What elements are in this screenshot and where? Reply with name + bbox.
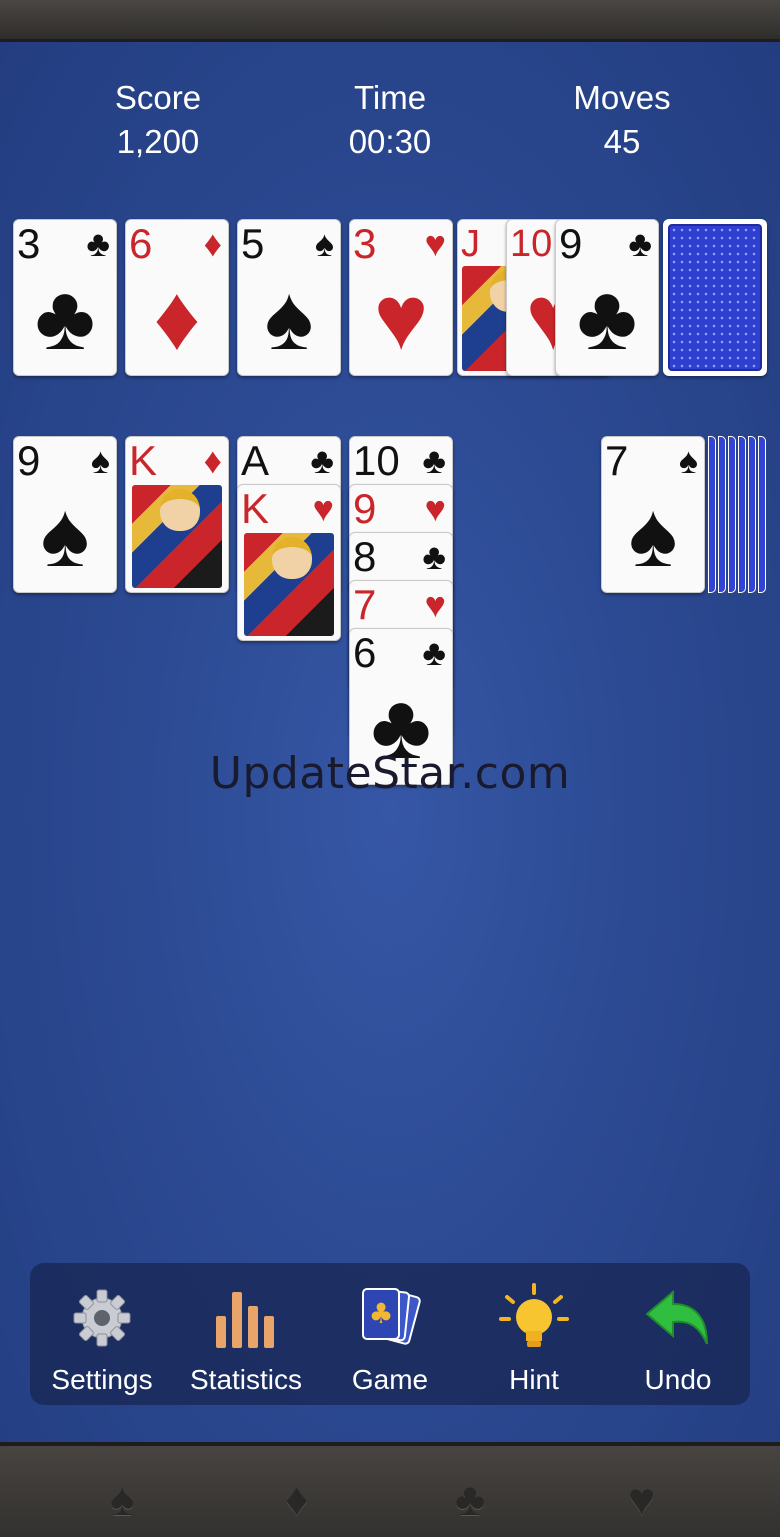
king-face-icon bbox=[244, 533, 334, 636]
spade-icon: ♠ bbox=[628, 484, 678, 586]
hint-label: Hint bbox=[509, 1364, 559, 1395]
card-rank: A bbox=[241, 437, 270, 484]
statistics-button[interactable]: Statistics bbox=[174, 1263, 318, 1405]
score-label: Score bbox=[114, 79, 202, 116]
foundation-card[interactable]: 3 ♣ ♣ bbox=[13, 219, 117, 376]
facedown-card-edge bbox=[758, 436, 766, 593]
tableau-card[interactable]: K ♦ bbox=[125, 436, 229, 593]
club-icon: ♣ bbox=[422, 632, 446, 673]
club-icon: ♣ bbox=[34, 267, 96, 369]
spade-icon: ♠ bbox=[264, 267, 314, 369]
card-rank: 7 bbox=[353, 581, 377, 628]
club-icon: ♣ bbox=[422, 440, 446, 481]
heart-icon: ♥ bbox=[628, 1473, 656, 1525]
game-button[interactable]: ♣ Game bbox=[318, 1263, 462, 1405]
spade-icon: ♠ bbox=[40, 484, 90, 586]
card-rank: K bbox=[129, 437, 158, 484]
svg-text:♣: ♣ bbox=[368, 1297, 393, 1330]
card-rank: 10 bbox=[353, 437, 400, 484]
gear-icon bbox=[30, 1283, 174, 1353]
time-label: Time bbox=[353, 79, 427, 116]
moves-stat: Moves 45 bbox=[522, 78, 722, 166]
spade-icon: ♠ bbox=[678, 440, 698, 481]
cards-icon: ♣ bbox=[318, 1283, 462, 1353]
settings-button[interactable]: Settings bbox=[30, 1263, 174, 1405]
foundation-card[interactable]: 3 ♥ ♥ bbox=[349, 219, 453, 376]
time-stat: Time 00:30 bbox=[290, 78, 490, 166]
card-back-pattern bbox=[668, 224, 762, 371]
bottom-toolbar: Settings Statistics ♣ Game Hint Undo bbox=[30, 1263, 750, 1405]
spade-icon: ♠ bbox=[110, 1473, 135, 1525]
card-rank: 5 bbox=[241, 220, 265, 267]
game-label: Game bbox=[351, 1364, 429, 1395]
score-value: 1,200 bbox=[116, 123, 200, 160]
moves-label: Moves bbox=[573, 79, 671, 116]
card-rank: 9 bbox=[17, 437, 41, 484]
score-stat: Score 1,200 bbox=[58, 78, 258, 166]
facedown-card-edge bbox=[738, 436, 746, 593]
spade-icon: ♠ bbox=[314, 223, 334, 264]
heart-icon: ♥ bbox=[312, 488, 334, 529]
facedown-card-edge bbox=[728, 436, 736, 593]
club-icon: ♣ bbox=[86, 223, 110, 264]
undo-label: Undo bbox=[644, 1364, 712, 1395]
card-rank: 8 bbox=[353, 533, 377, 580]
heart-icon: ♥ bbox=[424, 488, 446, 529]
club-icon: ♣ bbox=[455, 1473, 486, 1525]
stats-bar: Score 1,200 Time 00:30 Moves 45 bbox=[0, 78, 780, 168]
card-rank: J bbox=[461, 223, 480, 265]
bar-chart-icon bbox=[174, 1283, 318, 1353]
card-rank: 10 bbox=[510, 223, 553, 265]
statistics-label: Statistics bbox=[189, 1364, 303, 1395]
spade-icon: ♠ bbox=[90, 440, 110, 481]
bottom-wood-frame: ♠ ♦ ♣ ♥ bbox=[0, 1442, 780, 1537]
foundation-card[interactable]: 5 ♠ ♠ bbox=[237, 219, 341, 376]
card-rank: K bbox=[241, 485, 270, 532]
waste-card-top[interactable]: 9 ♣ ♣ bbox=[555, 219, 659, 376]
card-rank: 3 bbox=[17, 220, 41, 267]
facedown-card-edge bbox=[718, 436, 726, 593]
top-wood-frame bbox=[0, 0, 780, 42]
undo-button[interactable]: Undo bbox=[606, 1263, 750, 1405]
hint-button[interactable]: Hint bbox=[462, 1263, 606, 1405]
club-icon: ♣ bbox=[628, 223, 652, 264]
lightbulb-icon bbox=[462, 1283, 606, 1353]
club-icon: ♣ bbox=[576, 267, 638, 369]
club-icon: ♣ bbox=[310, 440, 334, 481]
card-rank: 3 bbox=[353, 220, 377, 267]
heart-icon: ♥ bbox=[424, 223, 446, 264]
diamond-icon: ♦ bbox=[153, 267, 201, 369]
diamond-icon: ♦ bbox=[203, 440, 222, 481]
diamond-icon: ♦ bbox=[203, 223, 222, 264]
card-rank: 6 bbox=[129, 220, 153, 267]
time-value: 00:30 bbox=[348, 123, 432, 160]
facedown-card-edge bbox=[748, 436, 756, 593]
tableau-card[interactable]: 9 ♠ ♠ bbox=[13, 436, 117, 593]
card-rank: 9 bbox=[353, 485, 377, 532]
watermark: UpdateStar.com bbox=[209, 748, 571, 799]
moves-value: 45 bbox=[603, 123, 641, 160]
settings-label: Settings bbox=[51, 1364, 153, 1395]
tableau-card[interactable]: 7 ♠ ♠ bbox=[601, 436, 705, 593]
heart-icon: ♥ bbox=[424, 584, 446, 625]
tableau-card[interactable]: K ♥ bbox=[237, 484, 341, 641]
king-face-icon bbox=[132, 485, 222, 588]
card-rank: 6 bbox=[353, 629, 377, 676]
undo-arrow-icon bbox=[606, 1283, 750, 1353]
card-rank: 9 bbox=[559, 220, 583, 267]
stock-pile[interactable] bbox=[663, 219, 767, 376]
facedown-card-edge bbox=[708, 436, 716, 593]
foundation-card[interactable]: 6 ♦ ♦ bbox=[125, 219, 229, 376]
diamond-icon: ♦ bbox=[285, 1473, 309, 1525]
heart-icon: ♥ bbox=[373, 267, 429, 369]
card-rank: 7 bbox=[605, 437, 629, 484]
club-icon: ♣ bbox=[422, 536, 446, 577]
